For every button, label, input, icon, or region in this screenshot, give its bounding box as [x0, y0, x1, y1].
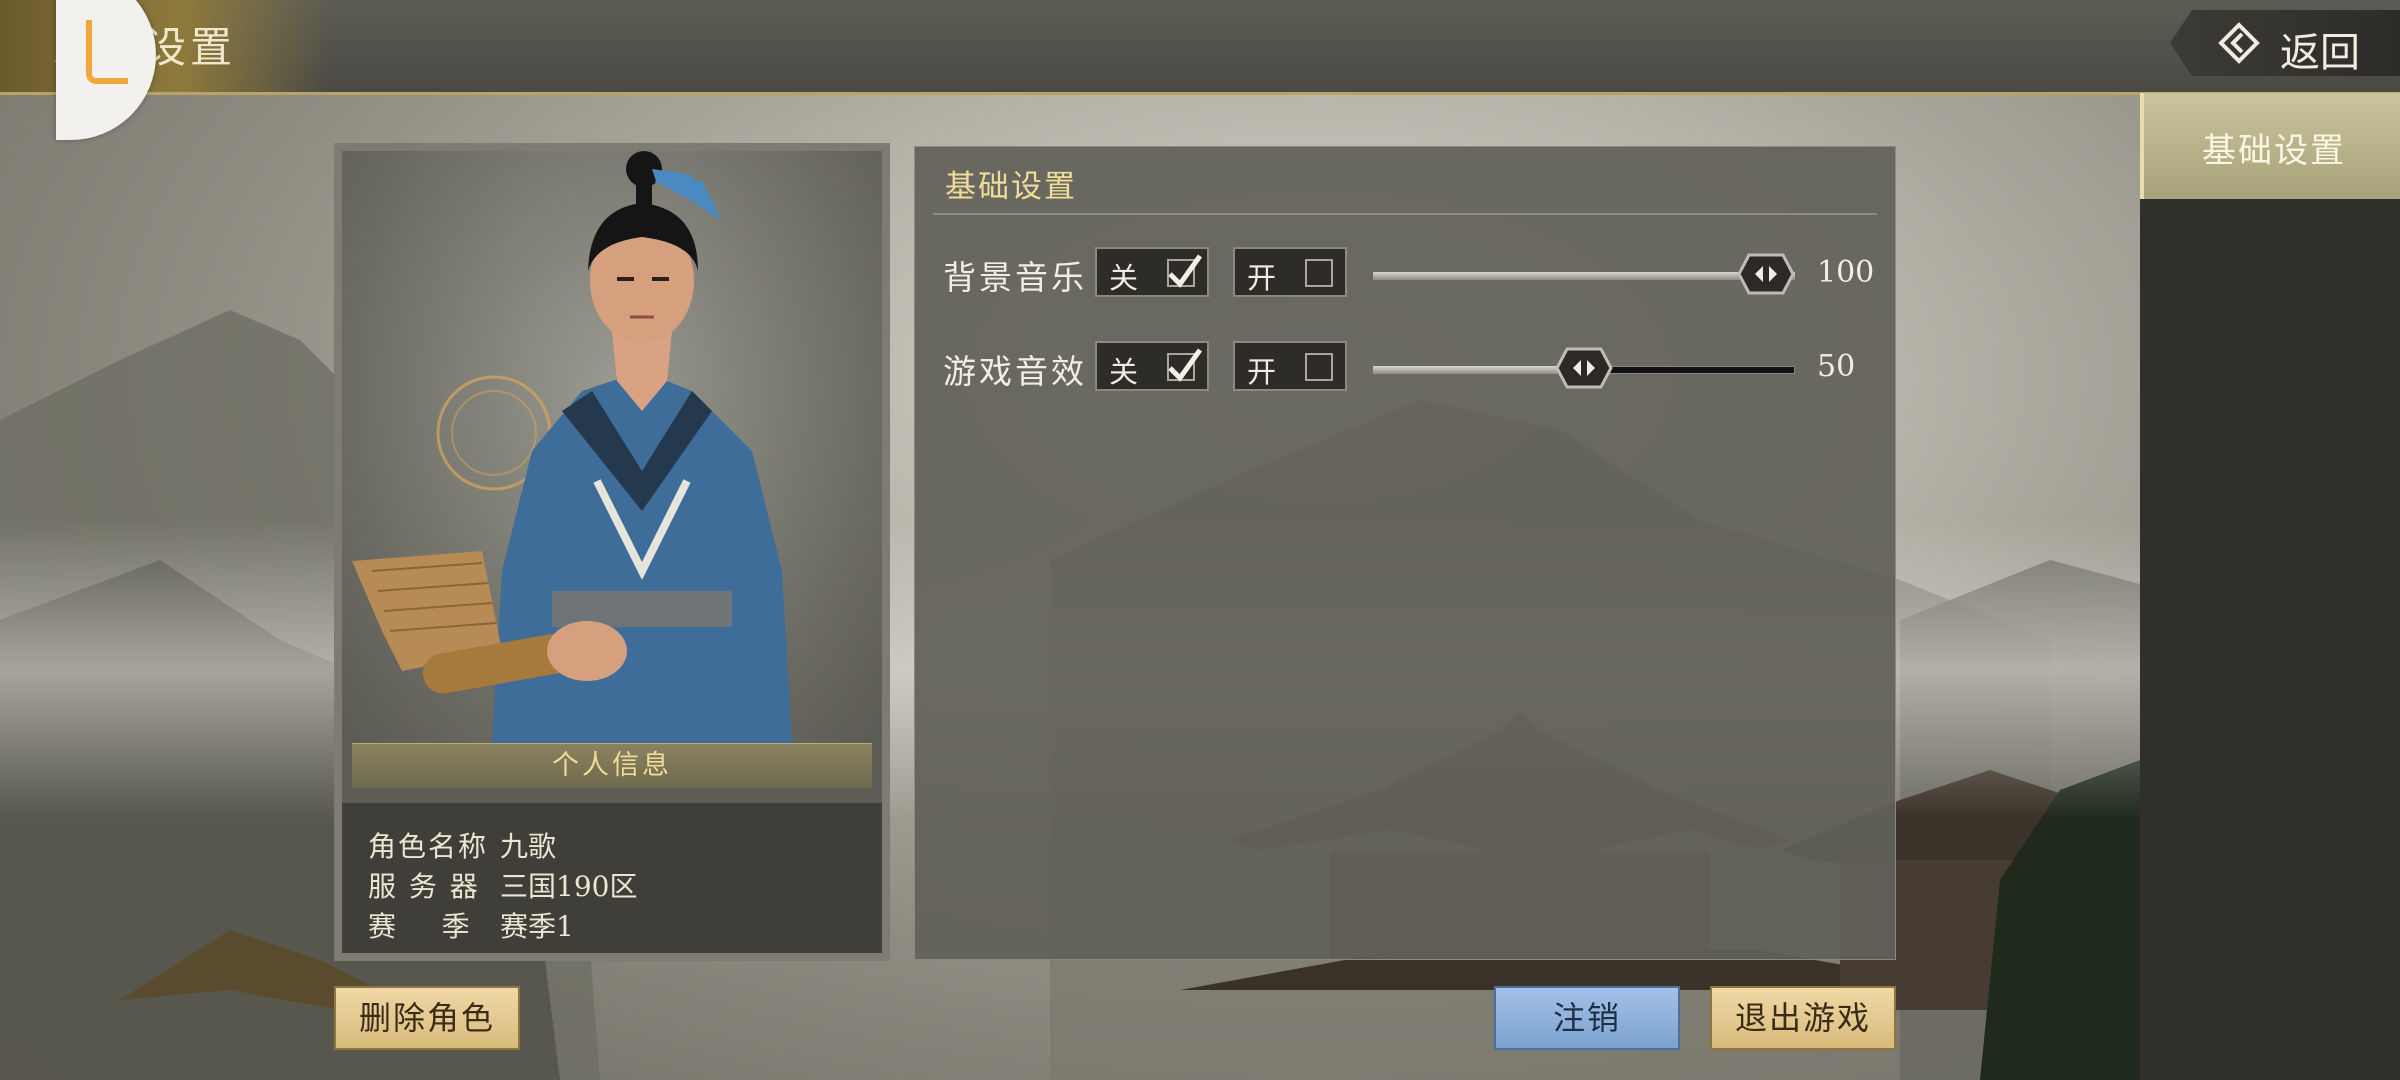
checkbox [1305, 353, 1333, 381]
info-key: 赛 季 [368, 910, 472, 943]
checkbox [1305, 259, 1333, 287]
slider-handle-icon[interactable] [1555, 347, 1613, 389]
back-arrow-icon [2218, 22, 2260, 64]
bgm-on-toggle[interactable]: 开 [1233, 247, 1347, 297]
personal-info-title: 个人信息 [552, 750, 672, 781]
checkmark-icon [1168, 348, 1202, 382]
delete-role-button[interactable]: 删除角色 [334, 986, 520, 1050]
tab-basic-settings-label: 基础设置 [2202, 131, 2346, 171]
sidebar: 基础设置 [2140, 93, 2400, 1080]
bgm-label: 背景音乐 [943, 258, 1087, 297]
bgm-off-toggle[interactable]: 关 [1095, 247, 1209, 297]
slider-fill [1373, 272, 1795, 280]
info-value: 九歌 [500, 830, 557, 863]
off-label: 关 [1109, 261, 1139, 295]
info-value: 三国190区 [500, 870, 638, 903]
checkbox [1167, 348, 1202, 382]
settings-panel: 基础设置 背景音乐 关 开 100 游戏音效 关 开 50 [914, 146, 1896, 960]
tab-basic-settings[interactable]: 基础设置 [2140, 93, 2400, 199]
slider-fill [1373, 366, 1584, 374]
divider [933, 213, 1877, 215]
sfx-volume-value: 50 [1817, 349, 1856, 384]
info-row-name: 角色名称 九歌 [368, 825, 556, 865]
slider-handle-icon[interactable] [1737, 253, 1795, 295]
bgm-volume-value: 100 [1817, 255, 1875, 290]
settings-panel-title: 基础设置 [945, 169, 1077, 205]
personal-info-box: 角色名称 九歌 服 务 器三国190区 赛 季赛季1 [342, 803, 882, 953]
sfx-on-toggle[interactable]: 开 [1233, 341, 1347, 391]
info-key: 服 务 器 [368, 870, 480, 903]
personal-info-header: 个人信息 [352, 743, 872, 788]
logout-button[interactable]: 注销 [1494, 986, 1680, 1050]
info-row-server: 服 务 器三国190区 [368, 865, 637, 905]
bgm-volume-slider[interactable] [1373, 253, 1795, 295]
top-bar: 系统设置 返回 [0, 0, 2400, 95]
on-label: 开 [1247, 261, 1277, 295]
info-key: 角色名称 [368, 830, 489, 863]
on-label: 开 [1247, 355, 1277, 389]
sfx-label: 游戏音效 [943, 352, 1087, 391]
back-label: 返回 [2280, 30, 2360, 76]
back-button[interactable]: 返回 [2170, 10, 2400, 76]
info-value: 赛季1 [500, 910, 574, 943]
scholar-portrait-illustration [352, 151, 792, 743]
off-label: 关 [1109, 355, 1139, 389]
character-card: 个人信息 角色名称 九歌 服 务 器三国190区 赛 季赛季1 [334, 143, 890, 961]
checkmark-icon [1168, 254, 1202, 288]
exit-game-button[interactable]: 退出游戏 [1710, 986, 1896, 1050]
sfx-off-toggle[interactable]: 关 [1095, 341, 1209, 391]
info-row-season: 赛 季赛季1 [368, 905, 574, 945]
character-portrait [342, 151, 882, 743]
sfx-volume-slider[interactable] [1373, 347, 1795, 389]
checkbox [1167, 254, 1202, 288]
